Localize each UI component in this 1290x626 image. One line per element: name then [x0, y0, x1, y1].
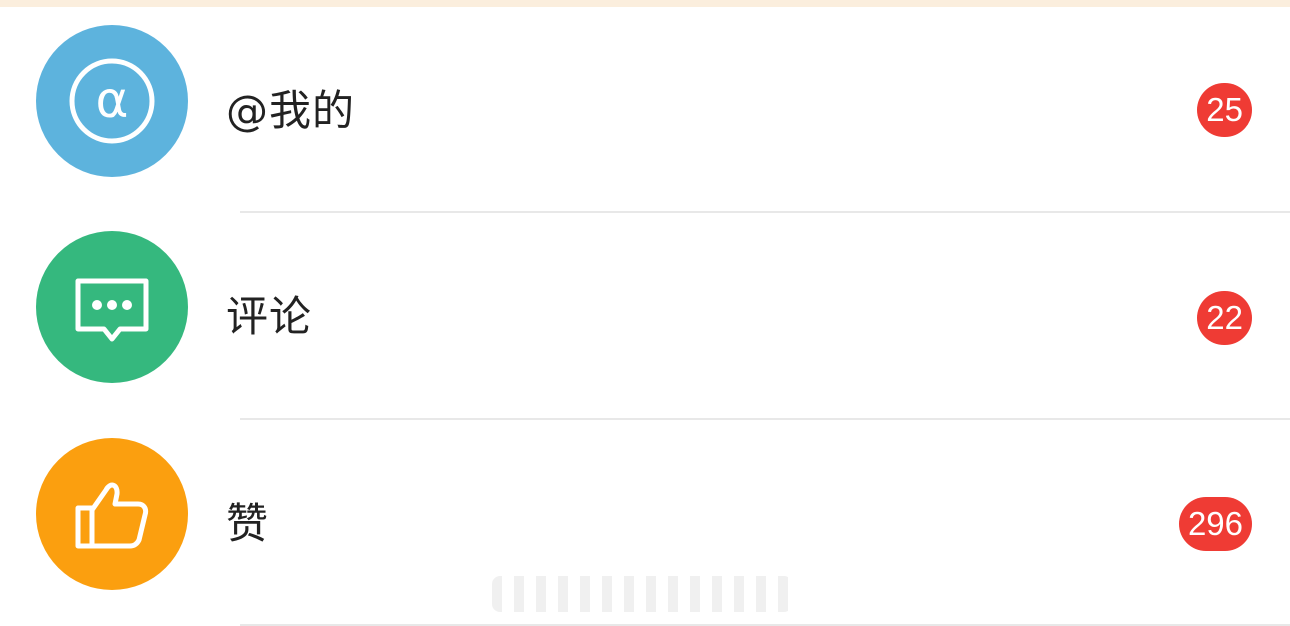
notification-list-page: α @我的 25 评论 22 赞 296 — [0, 0, 1290, 626]
top-band — [0, 0, 1290, 7]
comments-label: 评论 — [226, 292, 313, 341]
svg-text:α: α — [96, 71, 129, 129]
comment-bubble-icon — [75, 278, 149, 342]
likes-label: 赞 — [226, 499, 270, 548]
at-me-avatar: α — [36, 25, 188, 177]
likes-avatar — [36, 438, 188, 590]
at-sign-icon: α — [69, 58, 155, 144]
thumbs-up-icon — [75, 482, 149, 549]
likes-count-badge: 296 — [1178, 497, 1252, 551]
list-item-comments[interactable]: 评论 22 — [0, 214, 1290, 420]
comments-count-badge: 22 — [1197, 291, 1252, 345]
divider — [240, 211, 1290, 213]
at-me-label: @我的 — [226, 86, 356, 135]
divider — [240, 418, 1290, 420]
watermark — [492, 576, 792, 612]
comments-avatar — [36, 231, 188, 383]
list-item-at-me[interactable]: α @我的 25 — [0, 7, 1290, 213]
at-me-count-badge: 25 — [1197, 83, 1252, 137]
